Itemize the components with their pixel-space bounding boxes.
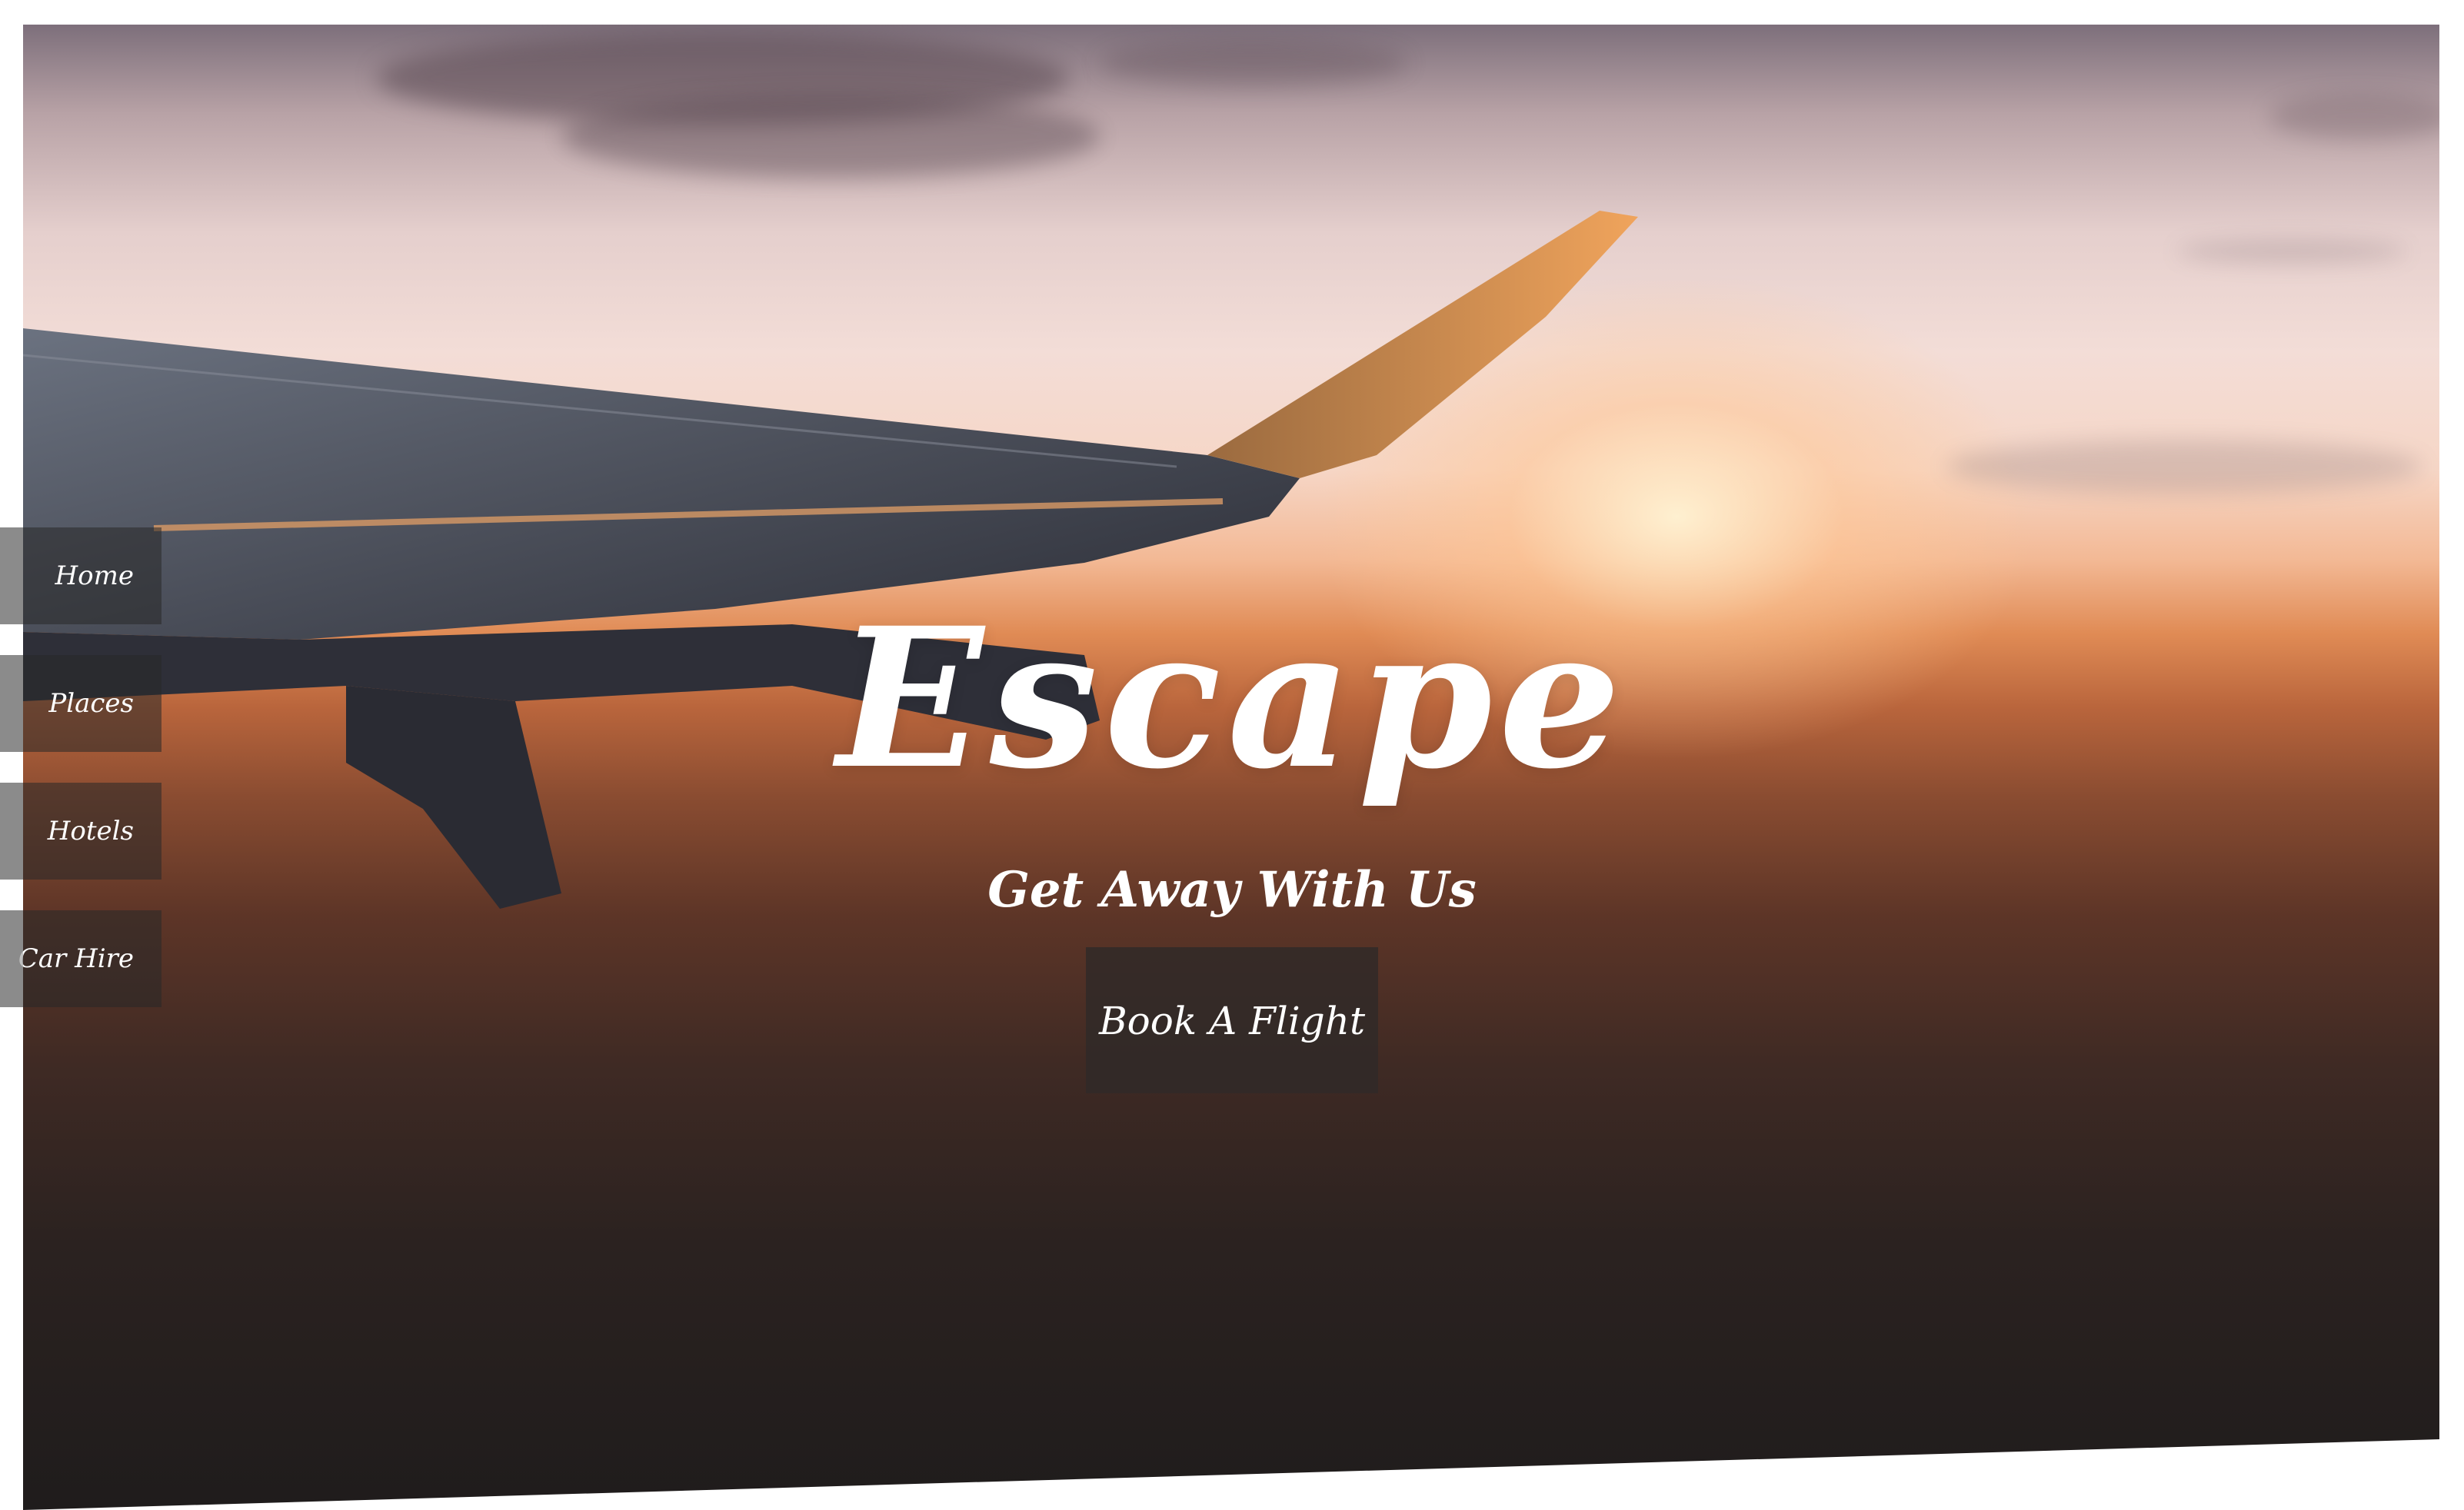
hero-subtitle: Get Away With Us: [987, 861, 1477, 920]
page: Home Places Hotels Car Hire Escape Get A…: [0, 0, 2464, 1510]
hero-title: Escape: [837, 584, 1627, 811]
book-flight-button[interactable]: Book A Flight: [1086, 947, 1378, 1093]
